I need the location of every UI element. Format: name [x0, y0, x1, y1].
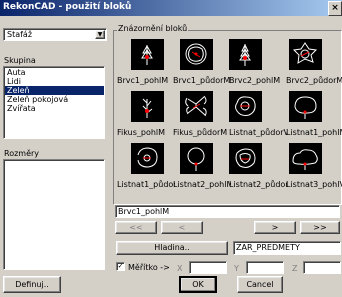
thumb-label: Brvc2_pohlM — [229, 76, 281, 85]
tree-side-icon — [141, 44, 153, 65]
block-thumb-brvc2-pohl[interactable] — [229, 39, 262, 70]
tree-side-icon — [292, 149, 318, 170]
layer-value: ZAR_PREDMETY — [236, 243, 300, 252]
title-bar[interactable]: RekonCAD - použití bloků × — [0, 0, 342, 16]
group-item-zvirata[interactable]: Zvířata — [5, 104, 104, 113]
group-item-zelen-pokojova[interactable]: Zeleň pokojová — [5, 95, 104, 104]
block-name-value: Brvc1_pohlM — [118, 207, 170, 216]
group-listbox[interactable]: Auta Lidi Zeleň Zeleň pokojová Zvířata — [3, 66, 105, 139]
style-dropdown[interactable]: Stafáž ▼ — [3, 28, 107, 41]
plant-top-icon — [292, 42, 318, 64]
layer-field[interactable]: ZAR_PREDMETY — [233, 241, 341, 255]
dimensions-label: Rozměry — [4, 149, 40, 158]
plant-side-icon — [142, 98, 153, 118]
x-label: X — [177, 264, 183, 273]
thumb-label: Listnat2_pohlM — [173, 180, 231, 189]
z-field[interactable] — [303, 261, 341, 274]
thumb-label: Listnat_půdorV — [229, 128, 287, 137]
chevron-down-icon[interactable]: ▼ — [95, 30, 105, 39]
group-item-auta[interactable]: Auta — [5, 68, 104, 77]
nav-first-button[interactable]: << — [115, 221, 157, 234]
group-item-zelen[interactable]: Zeleň — [5, 86, 104, 95]
block-thumb-listnat2-pudor[interactable] — [229, 143, 262, 174]
close-button[interactable]: × — [328, 1, 342, 16]
block-thumb-fikus-pohl[interactable] — [131, 91, 164, 122]
group-item-lidi[interactable]: Lidi — [5, 77, 104, 86]
dimensions-box[interactable] — [3, 159, 105, 270]
z-label: Z — [292, 264, 298, 273]
preview-legend: Znázornění bloků — [117, 24, 189, 33]
tree-top-icon — [235, 148, 256, 168]
scale-checkbox[interactable]: ✓ — [116, 262, 125, 271]
define-button[interactable]: Definuj.. — [3, 276, 61, 293]
thumb-label: Brvc1_půdorM — [173, 76, 231, 85]
tree-side-icon — [239, 43, 251, 66]
window-title: RekonCAD - použití bloků — [3, 2, 132, 12]
cancel-button[interactable]: Cancel — [237, 276, 283, 293]
thumb-label: Fikus_půdorM — [173, 128, 228, 137]
y-label: Y — [234, 264, 239, 273]
y-field[interactable] — [246, 261, 284, 274]
block-name-field[interactable]: Brvc1_pohlM — [115, 205, 340, 218]
block-thumb-listnat3-pohl[interactable] — [289, 143, 322, 174]
thumb-label: Brvc2_půdorM — [286, 76, 342, 85]
block-thumb-listnat-pudor[interactable] — [229, 91, 262, 122]
thumb-label: Listnat1_pohlM — [286, 128, 342, 137]
thumb-label: Listnat3_pohlV — [286, 180, 342, 189]
plant-top-icon — [185, 43, 207, 65]
plant-top-icon — [185, 95, 207, 117]
thumb-label: Listnat2_půdorl — [229, 180, 287, 189]
block-thumb-brvc2-pudor[interactable] — [289, 39, 322, 70]
dialog-window: RekonCAD - použití bloků × Stafáž ▼ Skup… — [0, 0, 342, 297]
nav-last-button[interactable]: >> — [300, 221, 340, 234]
thumb-label: Brvc1_pohlM — [117, 76, 169, 85]
x-field[interactable] — [189, 261, 227, 274]
scale-checkbox-label: Měřítko -> — [128, 263, 170, 272]
layer-button[interactable]: Hladina.. — [116, 241, 228, 255]
ok-button[interactable]: OK — [179, 276, 217, 293]
thumb-label: Listnat1_půdorl — [117, 180, 175, 189]
tree-top-icon — [137, 147, 158, 168]
tree-side-icon — [294, 96, 317, 119]
nav-next-button[interactable]: > — [254, 221, 296, 234]
style-dropdown-value: Stafáž — [7, 30, 33, 39]
group-label: Skupina — [4, 56, 36, 65]
block-thumb-listnat1-pudor[interactable] — [131, 143, 164, 174]
tree-side-icon — [187, 147, 205, 171]
thumb-label: Fikus_pohlM — [117, 128, 166, 137]
nav-prev-button[interactable]: < — [161, 221, 203, 234]
block-thumb-fikus-pudor[interactable] — [180, 91, 213, 122]
tree-top-icon — [235, 96, 256, 116]
block-thumb-brvc1-pudor[interactable] — [180, 39, 213, 70]
block-thumb-brvc1-pohl[interactable] — [131, 39, 164, 70]
block-thumb-listnat1-pohl[interactable] — [289, 91, 322, 122]
block-thumb-listnat2-pohl[interactable] — [180, 143, 213, 174]
